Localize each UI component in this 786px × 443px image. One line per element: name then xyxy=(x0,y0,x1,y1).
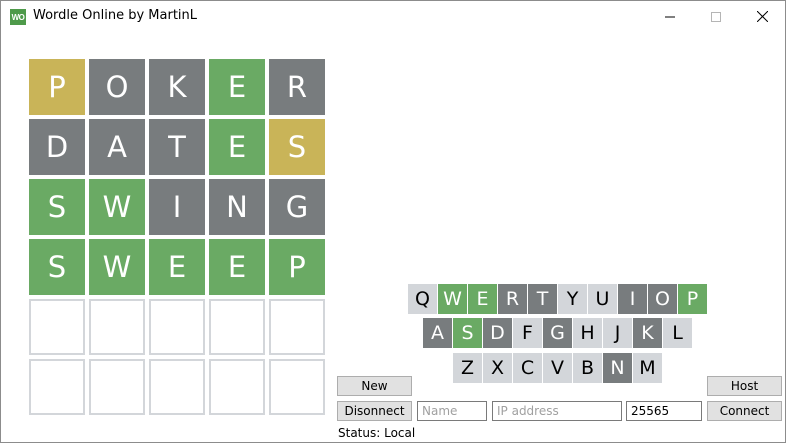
key-j[interactable]: J xyxy=(603,318,633,348)
window-title: Wordle Online by MartinL xyxy=(33,8,198,23)
close-icon xyxy=(756,11,768,22)
board-tile: I xyxy=(149,179,205,235)
board-tile xyxy=(209,359,265,415)
board-tile: R xyxy=(269,59,325,115)
key-u[interactable]: U xyxy=(588,284,618,314)
board-tile: E xyxy=(209,239,265,295)
board-tile: P xyxy=(269,239,325,295)
key-w[interactable]: W xyxy=(438,284,468,314)
port-value: 25565 xyxy=(631,404,670,418)
key-f[interactable]: F xyxy=(513,318,543,348)
minimize-icon xyxy=(665,16,675,17)
board-tile xyxy=(89,299,145,355)
status-text: Status: Local xyxy=(338,426,416,440)
port-input[interactable]: 25565 xyxy=(626,401,702,421)
key-e[interactable]: E xyxy=(468,284,498,314)
board-tile xyxy=(209,299,265,355)
close-button[interactable] xyxy=(739,1,785,32)
board-tile: A xyxy=(89,119,145,175)
board-tile xyxy=(149,359,205,415)
maximize-icon xyxy=(711,11,721,22)
key-o[interactable]: O xyxy=(648,284,678,314)
key-i[interactable]: I xyxy=(618,284,648,314)
key-a[interactable]: A xyxy=(423,318,453,348)
key-z[interactable]: Z xyxy=(453,353,483,383)
app-logo-icon: WO xyxy=(10,9,26,25)
board-tile: K xyxy=(149,59,205,115)
board-tile: E xyxy=(209,59,265,115)
board-tile xyxy=(269,299,325,355)
key-y[interactable]: Y xyxy=(558,284,588,314)
board-tile: W xyxy=(89,179,145,235)
key-c[interactable]: C xyxy=(513,353,543,383)
key-l[interactable]: L xyxy=(663,318,693,348)
board-tile: P xyxy=(29,59,85,115)
disconnect-button[interactable]: Disonnect xyxy=(337,401,412,421)
key-b[interactable]: B xyxy=(573,353,603,383)
key-n[interactable]: N xyxy=(603,353,633,383)
ip-address-input[interactable]: IP address xyxy=(492,401,622,421)
board-tile xyxy=(29,299,85,355)
app-window: WO Wordle Online by MartinL POKERDATESSW… xyxy=(0,0,786,443)
board-tile: G xyxy=(269,179,325,235)
key-v[interactable]: V xyxy=(543,353,573,383)
board-tile: S xyxy=(29,239,85,295)
board-tile: E xyxy=(149,239,205,295)
key-t[interactable]: T xyxy=(528,284,558,314)
board-tile: E xyxy=(209,119,265,175)
key-x[interactable]: X xyxy=(483,353,513,383)
board-tile: S xyxy=(29,179,85,235)
title-bar[interactable]: WO Wordle Online by MartinL xyxy=(1,1,785,32)
key-h[interactable]: H xyxy=(573,318,603,348)
maximize-button[interactable] xyxy=(693,1,739,32)
minimize-button[interactable] xyxy=(647,1,693,32)
connect-button[interactable]: Connect xyxy=(707,401,782,421)
key-q[interactable]: Q xyxy=(408,284,438,314)
board-tile: D xyxy=(29,119,85,175)
key-m[interactable]: M xyxy=(633,353,663,383)
key-s[interactable]: S xyxy=(453,318,483,348)
key-d[interactable]: D xyxy=(483,318,513,348)
key-r[interactable]: R xyxy=(498,284,528,314)
host-button[interactable]: Host xyxy=(707,376,782,396)
board-tile: W xyxy=(89,239,145,295)
new-button[interactable]: New xyxy=(337,376,412,396)
key-p[interactable]: P xyxy=(678,284,708,314)
board-tile: N xyxy=(209,179,265,235)
name-input[interactable]: Name xyxy=(417,401,487,421)
board-tile xyxy=(269,359,325,415)
key-g[interactable]: G xyxy=(543,318,573,348)
board-tile xyxy=(149,299,205,355)
key-k[interactable]: K xyxy=(633,318,663,348)
ip-address-placeholder: IP address xyxy=(497,404,559,418)
board-tile: O xyxy=(89,59,145,115)
board-tile xyxy=(89,359,145,415)
board-tile xyxy=(29,359,85,415)
board-tile: S xyxy=(269,119,325,175)
board-tile: T xyxy=(149,119,205,175)
name-placeholder: Name xyxy=(422,404,458,418)
